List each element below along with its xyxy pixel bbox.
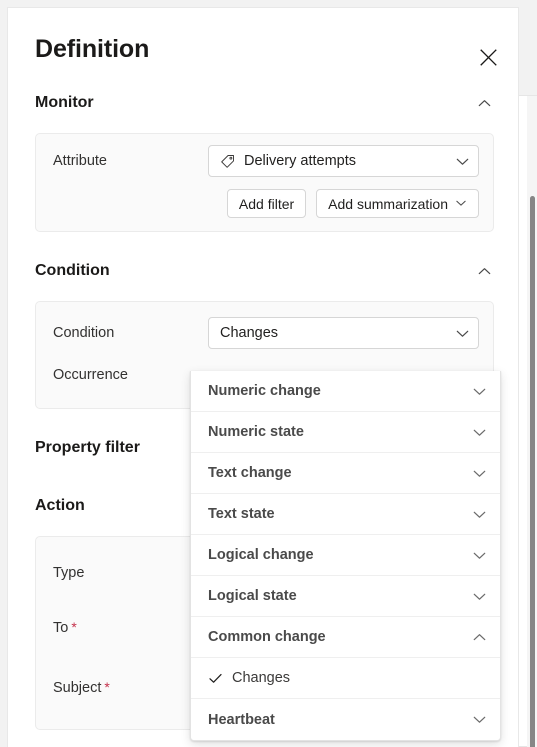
chevron-down-icon[interactable]: [472, 548, 487, 563]
condition-label: Condition: [53, 325, 115, 341]
dropdown-item-heartbeat[interactable]: Heartbeat: [191, 699, 500, 740]
chevron-down-icon[interactable]: [472, 507, 487, 522]
condition-dropdown-list: Numeric change Numeric state Text change Te…: [190, 371, 501, 741]
dropdown-item-changes[interactable]: Changes: [191, 658, 500, 699]
section-header-condition[interactable]: Condition: [35, 254, 494, 288]
condition-combobox[interactable]: Changes: [208, 317, 479, 349]
dropdown-item-label: Logical state: [208, 588, 297, 604]
close-button[interactable]: [472, 41, 504, 73]
section-header-monitor[interactable]: Monitor: [35, 86, 494, 120]
dropdown-item-label: Heartbeat: [208, 711, 275, 728]
chevron-down-icon[interactable]: [455, 154, 470, 169]
dropdown-item-common-change[interactable]: Common change: [191, 617, 500, 658]
dropdown-item-label: Numeric change: [208, 383, 321, 399]
action-to-label: To *: [53, 618, 77, 636]
app-root: Definition Monitor Attribute Delivery at…: [0, 0, 537, 747]
dropdown-item-label: Changes: [232, 670, 291, 686]
add-summarization-label: Add summarization: [328, 195, 448, 212]
chevron-down-icon[interactable]: [472, 589, 487, 604]
dropdown-item-label: Logical change: [208, 547, 314, 563]
dropdown-item-logical-state[interactable]: Logical state: [191, 576, 500, 617]
condition-value: Changes: [220, 325, 279, 341]
close-icon: [479, 48, 497, 66]
dropdown-item-label: Common change: [208, 629, 326, 645]
monitor-card: Attribute Delivery attempts Add filter A…: [35, 133, 494, 232]
dropdown-item-label: Numeric state: [208, 424, 304, 440]
chevron-down-icon[interactable]: [472, 712, 487, 727]
section-title-monitor: Monitor: [35, 94, 94, 111]
dropdown-item-logical-change[interactable]: Logical change: [191, 535, 500, 576]
tag-icon: [220, 154, 235, 169]
attribute-combobox[interactable]: Delivery attempts: [208, 145, 479, 177]
dropdown-item-text-state[interactable]: Text state: [191, 494, 500, 535]
occurrence-label: Occurrence: [53, 367, 128, 383]
definition-panel: Definition Monitor Attribute Delivery at…: [7, 7, 519, 747]
dropdown-item-text-change[interactable]: Text change: [191, 453, 500, 494]
dropdown-item-numeric-change[interactable]: Numeric change: [191, 371, 500, 412]
chevron-down-icon[interactable]: [472, 425, 487, 440]
add-filter-button[interactable]: Add filter: [226, 189, 307, 218]
chevron-down-icon[interactable]: [472, 466, 487, 481]
page-scrollbar-thumb[interactable]: [530, 196, 535, 747]
required-marker: *: [71, 618, 77, 635]
chevron-up-icon[interactable]: [472, 630, 487, 645]
attribute-value: Delivery attempts: [244, 153, 357, 169]
action-subject-label: Subject *: [53, 678, 110, 696]
dropdown-item-label: Text state: [208, 506, 275, 522]
chevron-up-icon[interactable]: [474, 261, 494, 281]
monitor-button-row: Add filter Add summarization: [36, 178, 493, 231]
page-scrollbar-track[interactable]: [527, 96, 537, 747]
condition-row: Condition Changes: [36, 312, 493, 354]
chevron-down-icon: [455, 196, 467, 212]
attribute-row: Attribute Delivery attempts: [36, 134, 493, 178]
dropdown-item-label: Text change: [208, 465, 292, 481]
panel-header: Definition: [8, 8, 518, 86]
action-type-label: Type: [53, 565, 85, 581]
checkmark-icon: [208, 671, 232, 686]
chevron-down-icon[interactable]: [472, 384, 487, 399]
attribute-label: Attribute: [53, 153, 107, 169]
chevron-down-icon[interactable]: [455, 326, 470, 341]
required-marker: *: [104, 678, 110, 695]
section-title-condition: Condition: [35, 262, 110, 279]
dropdown-item-numeric-state[interactable]: Numeric state: [191, 412, 500, 453]
page-title: Definition: [35, 35, 150, 63]
add-filter-label: Add filter: [238, 195, 295, 212]
chevron-up-icon[interactable]: [474, 93, 494, 113]
add-summarization-button[interactable]: Add summarization: [316, 189, 479, 218]
